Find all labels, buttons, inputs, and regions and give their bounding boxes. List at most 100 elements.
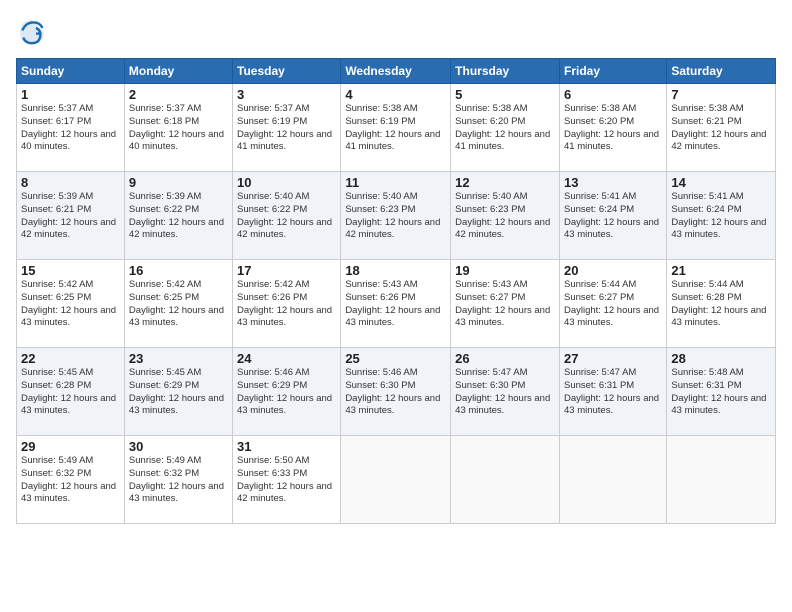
day-info: Sunrise: 5:38 AM Sunset: 6:20 PM Dayligh… xyxy=(564,103,662,154)
calendar-cell: 6 Sunrise: 5:38 AM Sunset: 6:20 PM Dayli… xyxy=(559,84,666,172)
day-info: Sunrise: 5:44 AM Sunset: 6:27 PM Dayligh… xyxy=(564,279,662,330)
day-number: 15 xyxy=(21,263,120,278)
day-info: Sunrise: 5:41 AM Sunset: 6:24 PM Dayligh… xyxy=(671,191,771,242)
calendar-cell: 21 Sunrise: 5:44 AM Sunset: 6:28 PM Dayl… xyxy=(667,260,776,348)
day-info: Sunrise: 5:46 AM Sunset: 6:29 PM Dayligh… xyxy=(237,367,336,418)
calendar-cell: 16 Sunrise: 5:42 AM Sunset: 6:25 PM Dayl… xyxy=(124,260,232,348)
calendar-cell: 28 Sunrise: 5:48 AM Sunset: 6:31 PM Dayl… xyxy=(667,348,776,436)
calendar-cell: 19 Sunrise: 5:43 AM Sunset: 6:27 PM Dayl… xyxy=(451,260,560,348)
day-number: 20 xyxy=(564,263,662,278)
calendar-week-4: 22 Sunrise: 5:45 AM Sunset: 6:28 PM Dayl… xyxy=(17,348,776,436)
day-info: Sunrise: 5:49 AM Sunset: 6:32 PM Dayligh… xyxy=(21,455,120,506)
calendar-cell: 10 Sunrise: 5:40 AM Sunset: 6:22 PM Dayl… xyxy=(233,172,341,260)
day-info: Sunrise: 5:43 AM Sunset: 6:26 PM Dayligh… xyxy=(345,279,446,330)
day-number: 18 xyxy=(345,263,446,278)
day-number: 23 xyxy=(129,351,228,366)
calendar-cell: 12 Sunrise: 5:40 AM Sunset: 6:23 PM Dayl… xyxy=(451,172,560,260)
calendar-cell xyxy=(341,436,451,524)
calendar-cell: 27 Sunrise: 5:47 AM Sunset: 6:31 PM Dayl… xyxy=(559,348,666,436)
day-number: 31 xyxy=(237,439,336,454)
day-header-thursday: Thursday xyxy=(451,59,560,84)
day-info: Sunrise: 5:41 AM Sunset: 6:24 PM Dayligh… xyxy=(564,191,662,242)
day-number: 11 xyxy=(345,175,446,190)
calendar-cell: 26 Sunrise: 5:47 AM Sunset: 6:30 PM Dayl… xyxy=(451,348,560,436)
day-number: 6 xyxy=(564,87,662,102)
calendar-week-3: 15 Sunrise: 5:42 AM Sunset: 6:25 PM Dayl… xyxy=(17,260,776,348)
day-info: Sunrise: 5:49 AM Sunset: 6:32 PM Dayligh… xyxy=(129,455,228,506)
day-info: Sunrise: 5:40 AM Sunset: 6:23 PM Dayligh… xyxy=(345,191,446,242)
calendar-cell: 7 Sunrise: 5:38 AM Sunset: 6:21 PM Dayli… xyxy=(667,84,776,172)
calendar-cell: 23 Sunrise: 5:45 AM Sunset: 6:29 PM Dayl… xyxy=(124,348,232,436)
day-number: 3 xyxy=(237,87,336,102)
day-header-wednesday: Wednesday xyxy=(341,59,451,84)
calendar-cell: 2 Sunrise: 5:37 AM Sunset: 6:18 PM Dayli… xyxy=(124,84,232,172)
day-number: 13 xyxy=(564,175,662,190)
day-info: Sunrise: 5:47 AM Sunset: 6:30 PM Dayligh… xyxy=(455,367,555,418)
day-info: Sunrise: 5:37 AM Sunset: 6:19 PM Dayligh… xyxy=(237,103,336,154)
calendar-cell: 25 Sunrise: 5:46 AM Sunset: 6:30 PM Dayl… xyxy=(341,348,451,436)
calendar-header-row: SundayMondayTuesdayWednesdayThursdayFrid… xyxy=(17,59,776,84)
day-info: Sunrise: 5:46 AM Sunset: 6:30 PM Dayligh… xyxy=(345,367,446,418)
day-info: Sunrise: 5:38 AM Sunset: 6:19 PM Dayligh… xyxy=(345,103,446,154)
logo xyxy=(16,16,52,48)
day-number: 10 xyxy=(237,175,336,190)
calendar-cell: 30 Sunrise: 5:49 AM Sunset: 6:32 PM Dayl… xyxy=(124,436,232,524)
day-number: 16 xyxy=(129,263,228,278)
calendar-cell: 18 Sunrise: 5:43 AM Sunset: 6:26 PM Dayl… xyxy=(341,260,451,348)
day-info: Sunrise: 5:39 AM Sunset: 6:22 PM Dayligh… xyxy=(129,191,228,242)
day-info: Sunrise: 5:50 AM Sunset: 6:33 PM Dayligh… xyxy=(237,455,336,506)
day-number: 9 xyxy=(129,175,228,190)
calendar-cell xyxy=(559,436,666,524)
calendar-cell: 29 Sunrise: 5:49 AM Sunset: 6:32 PM Dayl… xyxy=(17,436,125,524)
day-info: Sunrise: 5:45 AM Sunset: 6:28 PM Dayligh… xyxy=(21,367,120,418)
calendar-cell xyxy=(667,436,776,524)
calendar-cell: 24 Sunrise: 5:46 AM Sunset: 6:29 PM Dayl… xyxy=(233,348,341,436)
day-info: Sunrise: 5:48 AM Sunset: 6:31 PM Dayligh… xyxy=(671,367,771,418)
calendar-cell: 13 Sunrise: 5:41 AM Sunset: 6:24 PM Dayl… xyxy=(559,172,666,260)
day-info: Sunrise: 5:42 AM Sunset: 6:25 PM Dayligh… xyxy=(129,279,228,330)
day-number: 8 xyxy=(21,175,120,190)
day-info: Sunrise: 5:47 AM Sunset: 6:31 PM Dayligh… xyxy=(564,367,662,418)
page-container: SundayMondayTuesdayWednesdayThursdayFrid… xyxy=(0,0,792,532)
day-info: Sunrise: 5:43 AM Sunset: 6:27 PM Dayligh… xyxy=(455,279,555,330)
calendar-cell: 3 Sunrise: 5:37 AM Sunset: 6:19 PM Dayli… xyxy=(233,84,341,172)
calendar-cell: 1 Sunrise: 5:37 AM Sunset: 6:17 PM Dayli… xyxy=(17,84,125,172)
day-number: 7 xyxy=(671,87,771,102)
day-info: Sunrise: 5:45 AM Sunset: 6:29 PM Dayligh… xyxy=(129,367,228,418)
calendar-cell: 22 Sunrise: 5:45 AM Sunset: 6:28 PM Dayl… xyxy=(17,348,125,436)
calendar-cell xyxy=(451,436,560,524)
day-info: Sunrise: 5:40 AM Sunset: 6:23 PM Dayligh… xyxy=(455,191,555,242)
calendar-week-1: 1 Sunrise: 5:37 AM Sunset: 6:17 PM Dayli… xyxy=(17,84,776,172)
day-number: 29 xyxy=(21,439,120,454)
calendar-cell: 15 Sunrise: 5:42 AM Sunset: 6:25 PM Dayl… xyxy=(17,260,125,348)
logo-icon xyxy=(16,16,48,48)
calendar-cell: 5 Sunrise: 5:38 AM Sunset: 6:20 PM Dayli… xyxy=(451,84,560,172)
day-number: 24 xyxy=(237,351,336,366)
day-number: 17 xyxy=(237,263,336,278)
day-number: 30 xyxy=(129,439,228,454)
day-number: 25 xyxy=(345,351,446,366)
day-header-friday: Friday xyxy=(559,59,666,84)
day-number: 28 xyxy=(671,351,771,366)
calendar-cell: 17 Sunrise: 5:42 AM Sunset: 6:26 PM Dayl… xyxy=(233,260,341,348)
day-info: Sunrise: 5:39 AM Sunset: 6:21 PM Dayligh… xyxy=(21,191,120,242)
day-info: Sunrise: 5:38 AM Sunset: 6:20 PM Dayligh… xyxy=(455,103,555,154)
day-header-tuesday: Tuesday xyxy=(233,59,341,84)
day-number: 19 xyxy=(455,263,555,278)
calendar-cell: 20 Sunrise: 5:44 AM Sunset: 6:27 PM Dayl… xyxy=(559,260,666,348)
day-number: 21 xyxy=(671,263,771,278)
day-number: 22 xyxy=(21,351,120,366)
day-number: 2 xyxy=(129,87,228,102)
day-info: Sunrise: 5:42 AM Sunset: 6:26 PM Dayligh… xyxy=(237,279,336,330)
calendar-week-2: 8 Sunrise: 5:39 AM Sunset: 6:21 PM Dayli… xyxy=(17,172,776,260)
day-info: Sunrise: 5:37 AM Sunset: 6:17 PM Dayligh… xyxy=(21,103,120,154)
calendar-cell: 9 Sunrise: 5:39 AM Sunset: 6:22 PM Dayli… xyxy=(124,172,232,260)
calendar-cell: 8 Sunrise: 5:39 AM Sunset: 6:21 PM Dayli… xyxy=(17,172,125,260)
day-header-saturday: Saturday xyxy=(667,59,776,84)
day-number: 27 xyxy=(564,351,662,366)
day-number: 14 xyxy=(671,175,771,190)
day-info: Sunrise: 5:37 AM Sunset: 6:18 PM Dayligh… xyxy=(129,103,228,154)
calendar-cell: 11 Sunrise: 5:40 AM Sunset: 6:23 PM Dayl… xyxy=(341,172,451,260)
day-number: 26 xyxy=(455,351,555,366)
day-header-monday: Monday xyxy=(124,59,232,84)
